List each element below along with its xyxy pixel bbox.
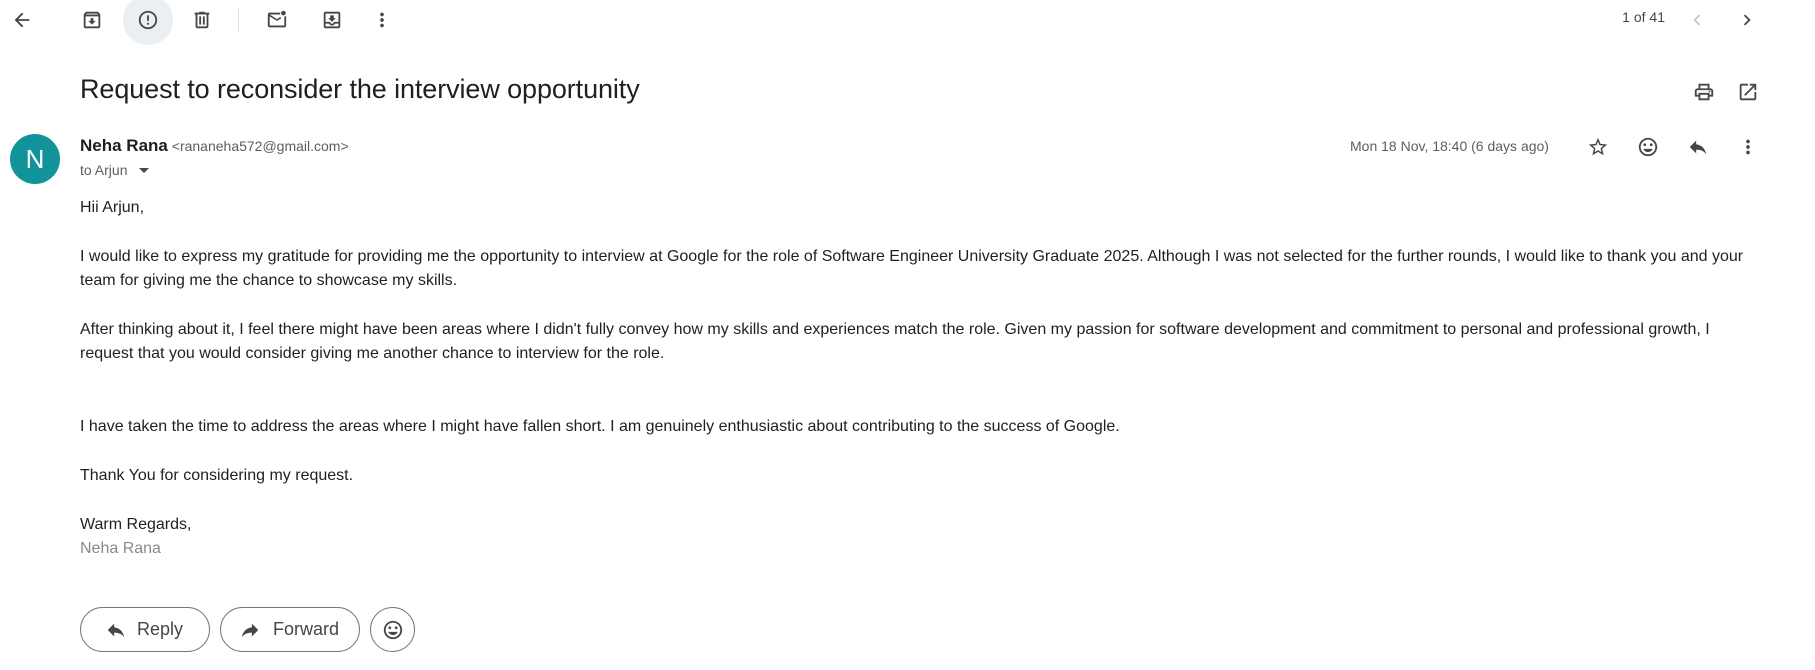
forward-button[interactable]: Forward (220, 607, 360, 652)
forward-icon (241, 623, 259, 637)
message-more-options-button[interactable] (1723, 122, 1773, 172)
recipient-details-toggle[interactable]: to Arjun (80, 162, 150, 178)
email-toolbar: 1 of 41 (0, 0, 1815, 45)
open-in-new-window-button[interactable] (1723, 67, 1773, 117)
pagination-count: 1 of 41 (1622, 9, 1665, 25)
move-to-icon (323, 11, 341, 29)
older-button[interactable] (1722, 0, 1772, 45)
star-icon (1588, 137, 1608, 156)
reply-button[interactable]: Reply (80, 607, 210, 652)
sender-avatar[interactable]: N (10, 134, 60, 184)
mark-unread-button[interactable] (252, 0, 302, 45)
emoji-icon (383, 620, 402, 639)
caret-down-icon (139, 167, 150, 173)
move-to-button[interactable] (307, 0, 357, 45)
body-paragraph: After thinking about it, I feel there mi… (80, 321, 1710, 362)
closing: Warm Regards, (80, 516, 192, 533)
archive-button[interactable] (67, 0, 117, 45)
report-spam-button[interactable] (123, 0, 173, 45)
newer-button[interactable] (1672, 0, 1722, 45)
sender-name[interactable]: Neha Rana (80, 136, 168, 155)
signature: Neha Rana (80, 540, 161, 557)
reply-icon-button[interactable] (1673, 122, 1723, 172)
body-paragraph: I have taken the time to address the are… (80, 418, 1120, 435)
sender-email: <rananeha572@gmail.com> (171, 138, 349, 154)
body-paragraph: I would like to express my gratitude for… (80, 248, 1744, 289)
back-button[interactable] (0, 0, 47, 45)
email-date: Mon 18 Nov, 18:40 (6 days ago) (1350, 138, 1549, 154)
recipient-text: to Arjun (80, 162, 128, 178)
delete-icon (194, 11, 210, 29)
emoji-icon (1638, 137, 1658, 157)
print-icon (1694, 83, 1714, 101)
reply-label: Reply (137, 619, 184, 639)
add-reaction-button[interactable] (1623, 122, 1673, 172)
reply-icon (107, 623, 125, 637)
toolbar-divider (238, 8, 239, 32)
chevron-right-icon (1743, 14, 1751, 26)
star-button[interactable] (1573, 122, 1623, 172)
more-vert-icon (380, 12, 384, 28)
chevron-left-icon (1693, 14, 1701, 26)
delete-button[interactable] (177, 0, 227, 45)
sender-line: Neha Rana <rananeha572@gmail.com> (80, 136, 349, 156)
greeting: Hii Arjun, (80, 199, 145, 216)
forward-label: Forward (273, 619, 340, 639)
email-subject: Request to reconsider the interview oppo… (80, 74, 640, 104)
body-paragraph: Thank You for considering my request. (80, 467, 354, 484)
back-arrow-icon (14, 12, 30, 28)
more-vert-icon (1746, 139, 1750, 155)
open-new-window-icon (1739, 83, 1757, 101)
reply-icon (1689, 140, 1707, 155)
mark-unread-icon (267, 10, 287, 28)
more-options-button[interactable] (357, 0, 407, 45)
archive-icon (83, 11, 101, 29)
email-body: Hii Arjun, I would like to express my gr… (80, 196, 1750, 561)
print-all-button[interactable] (1679, 67, 1729, 117)
react-button[interactable] (370, 607, 415, 652)
report-spam-icon (138, 10, 158, 30)
